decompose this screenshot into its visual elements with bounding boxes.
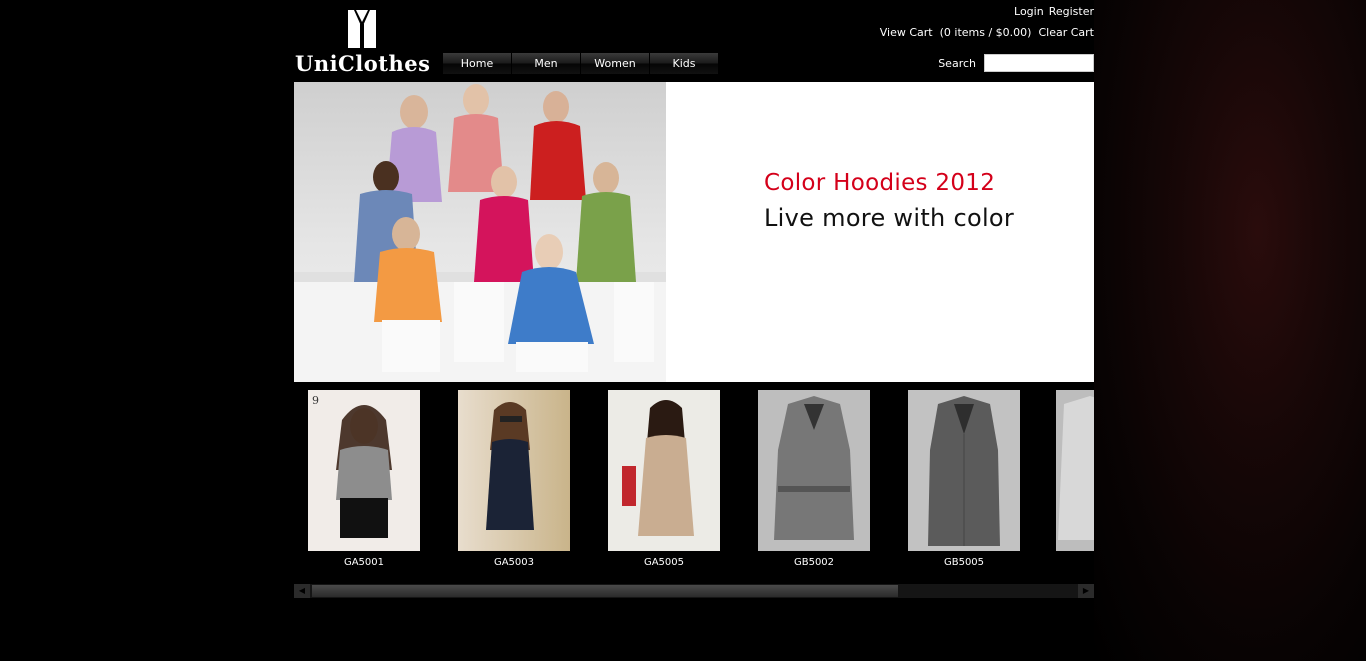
scroll-left-button[interactable]: ◀ — [294, 584, 310, 598]
search-box: Search — [938, 54, 1094, 72]
cart-summary: (0 items / $0.00) — [939, 26, 1032, 39]
banner-title: Color Hoodies 2012 — [764, 170, 996, 196]
product-code: GB5002 — [793, 557, 835, 568]
product-image — [758, 390, 870, 551]
product-item[interactable]: GA5003 — [456, 390, 572, 568]
cart-bar: View Cart (0 items / $0.00) Clear Cart — [880, 26, 1094, 39]
product-item[interactable]: GB5002 — [756, 390, 872, 568]
search-input[interactable] — [984, 54, 1094, 72]
product-code: GA5003 — [493, 557, 535, 568]
nav-home[interactable]: Home — [443, 53, 512, 74]
account-links: Login Register — [1009, 5, 1094, 18]
scroll-right-button[interactable]: ▶ — [1078, 584, 1094, 598]
product-image: 9 — [308, 390, 420, 551]
page-background-right — [1094, 0, 1366, 661]
product-item[interactable] — [1056, 390, 1094, 551]
product-item[interactable]: GB5005 — [906, 390, 1022, 568]
clear-cart-link[interactable]: Clear Cart — [1038, 26, 1094, 39]
product-image — [608, 390, 720, 551]
banner-photo — [294, 82, 666, 382]
product-image — [1056, 390, 1094, 551]
page-background-left — [0, 0, 294, 661]
brand-name: UniClothes — [295, 51, 431, 76]
product-carousel: 9 GA5001 GA5003 GA5005 GB5002 GB5005 — [294, 390, 1094, 580]
nav-men[interactable]: Men — [512, 53, 581, 74]
banner-text: Color Hoodies 2012 Live more with color — [764, 170, 1014, 232]
product-item[interactable]: GA5005 — [606, 390, 722, 568]
nav-kids[interactable]: Kids — [650, 53, 719, 74]
svg-text:9: 9 — [312, 394, 319, 407]
site-logo[interactable]: UniClothes — [294, 8, 436, 76]
promo-banner[interactable]: Color Hoodies 2012 Live more with color — [294, 82, 1094, 382]
view-cart-link[interactable]: View Cart — [880, 26, 933, 39]
banner-subtitle: Live more with color — [764, 204, 1015, 232]
carousel-scrollbar[interactable]: ◀ ▶ — [294, 584, 1094, 598]
login-link[interactable]: Login — [1014, 5, 1044, 18]
scroll-thumb[interactable] — [312, 585, 898, 597]
search-label: Search — [938, 56, 976, 70]
product-item[interactable]: 9 GA5001 — [306, 390, 422, 568]
product-code: GB5005 — [943, 557, 985, 568]
shirt-collar-icon — [348, 10, 376, 48]
product-code: GA5005 — [643, 557, 685, 568]
register-link[interactable]: Register — [1049, 5, 1094, 18]
main-nav: Home Men Women Kids — [443, 53, 719, 74]
product-image — [458, 390, 570, 551]
product-image — [908, 390, 1020, 551]
nav-women[interactable]: Women — [581, 53, 650, 74]
product-code: GA5001 — [343, 557, 385, 568]
page-container: UniClothes Home Men Women Kids Login Regi… — [294, 0, 1094, 661]
